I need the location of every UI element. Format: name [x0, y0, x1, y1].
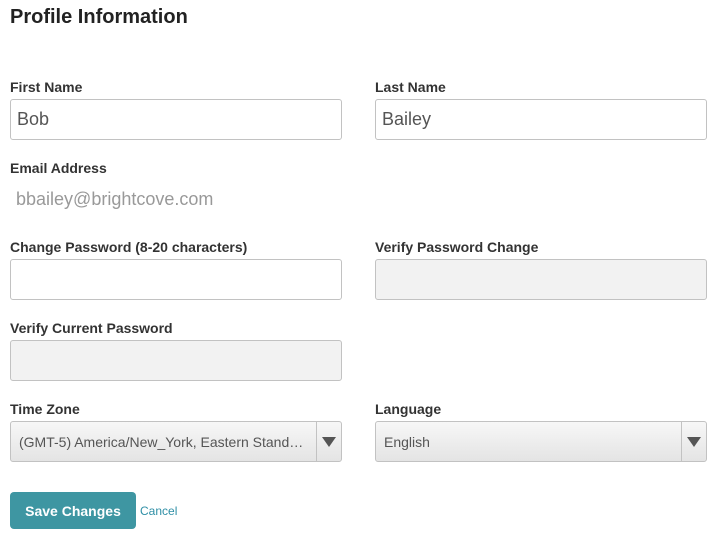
email-label: Email Address [10, 160, 107, 176]
language-label: Language [375, 401, 442, 417]
page-title: Profile Information [10, 6, 188, 28]
verify-current-password-label: Verify Current Password [10, 320, 173, 336]
cancel-link[interactable]: Cancel [140, 504, 177, 518]
time-zone-select[interactable]: (GMT-5) America/New_York, Eastern Standa… [10, 421, 342, 462]
change-password-field[interactable] [10, 259, 342, 300]
first-name-field[interactable] [10, 99, 342, 140]
chevron-down-icon[interactable] [316, 422, 341, 461]
verify-password-change-label: Verify Password Change [375, 239, 539, 255]
language-select[interactable]: English [375, 421, 707, 462]
email-value: bbailey@brightcove.com [16, 189, 214, 209]
profile-form-page: Profile Information First Name Last Name… [0, 0, 716, 540]
last-name-field[interactable] [375, 99, 707, 140]
change-password-label: Change Password (8-20 characters) [10, 239, 248, 255]
time-zone-selected-value: (GMT-5) America/New_York, Eastern Standa… [19, 434, 307, 450]
language-selected-value: English [384, 434, 430, 450]
last-name-label: Last Name [375, 79, 446, 95]
time-zone-label: Time Zone [10, 401, 80, 417]
save-changes-button[interactable]: Save Changes [10, 492, 136, 529]
verify-password-change-field[interactable] [375, 259, 707, 300]
first-name-label: First Name [10, 79, 83, 95]
verify-current-password-field[interactable] [10, 340, 342, 381]
chevron-down-icon[interactable] [681, 422, 706, 461]
